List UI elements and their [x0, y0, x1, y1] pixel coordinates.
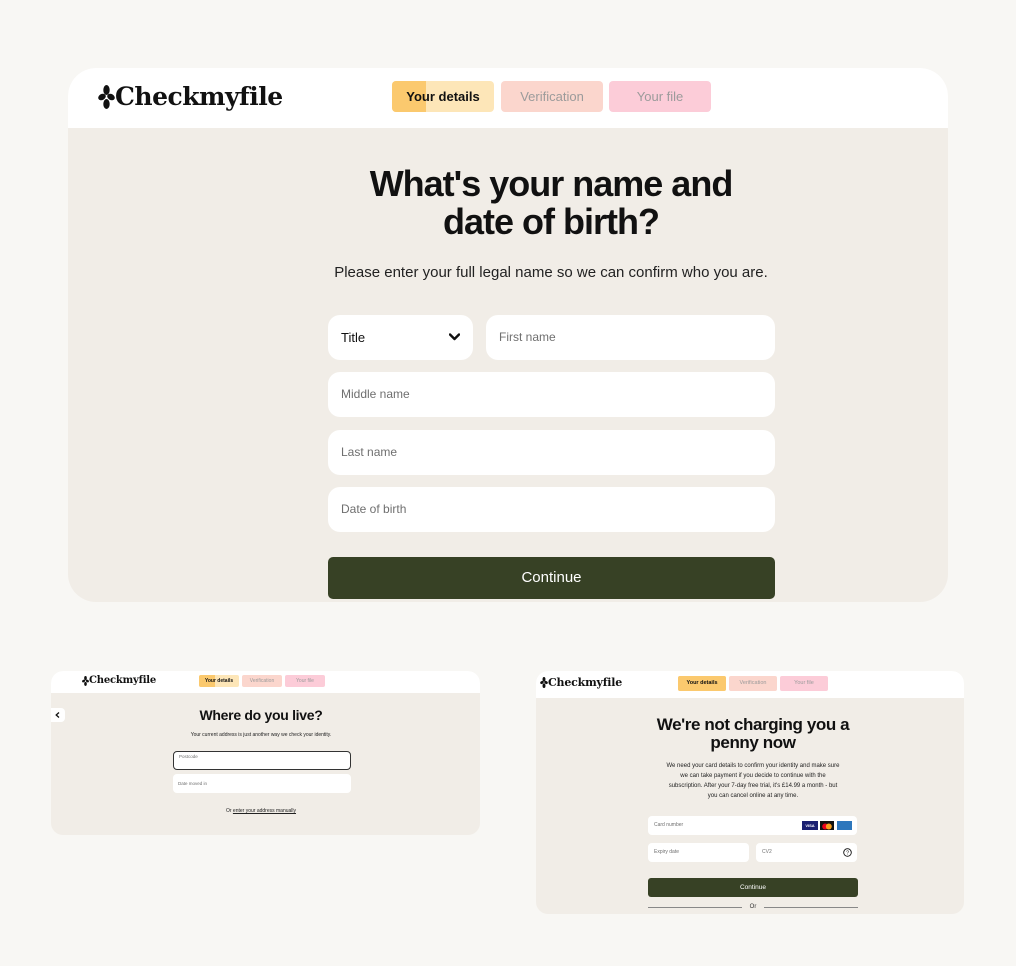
or-divider: Or: [648, 902, 858, 912]
date-of-birth-input[interactable]: Date of birth: [328, 487, 775, 532]
step-verification[interactable]: Verification: [501, 81, 603, 112]
middle-name-input[interactable]: Middle name: [328, 372, 775, 417]
step-your-file[interactable]: Your file: [780, 676, 828, 691]
chevron-down-icon: [449, 333, 460, 341]
chevron-left-icon: [55, 712, 60, 718]
logo-text: Checkmyfile: [115, 82, 283, 111]
page-title: We're not charging you a penny now: [656, 715, 850, 752]
step-verification[interactable]: Verification: [242, 675, 282, 687]
last-name-input[interactable]: Last name: [328, 430, 775, 475]
manual-address-link[interactable]: enter your address manually: [233, 808, 296, 814]
title-select[interactable]: Title: [328, 315, 473, 360]
amex-icon: [837, 821, 852, 830]
postcode-input[interactable]: Postcode: [173, 751, 351, 770]
continue-button[interactable]: Continue: [328, 557, 775, 599]
step-verification[interactable]: Verification: [729, 676, 777, 691]
help-icon: ?: [843, 848, 852, 857]
manual-address-text: Or enter your address manually: [225, 808, 297, 814]
date-moved-in-input[interactable]: Date moved in: [173, 774, 351, 793]
divider-line-left: [648, 907, 742, 908]
mastercard-icon: [820, 821, 834, 830]
card-number-input[interactable]: Card number VISA: [648, 816, 857, 835]
continue-button[interactable]: Continue: [648, 878, 858, 897]
visa-icon: VISA: [802, 821, 818, 830]
page-title: What's your name and date of birth?: [369, 163, 734, 242]
address-screen: Checkmyfile Your details Verification Yo…: [51, 671, 480, 835]
header: Checkmyfile Your details Verification Yo…: [536, 671, 964, 698]
expiry-date-input[interactable]: Expiry date: [648, 843, 749, 862]
step-your-details[interactable]: Your details: [199, 675, 239, 687]
page-subtitle: Please enter your full legal name so we …: [334, 264, 768, 281]
logo[interactable]: Checkmyfile: [82, 675, 156, 686]
page-body-text: We need your card details to confirm you…: [666, 763, 840, 799]
step-your-file[interactable]: Your file: [285, 675, 325, 687]
logo-text: Checkmyfile: [89, 675, 157, 686]
step-your-details[interactable]: Your details: [392, 81, 494, 112]
step-your-details[interactable]: Your details: [678, 676, 726, 691]
logo-text: Checkmyfile: [548, 676, 622, 689]
first-name-input[interactable]: First name: [486, 315, 775, 360]
logo[interactable]: Checkmyfile: [540, 676, 622, 689]
header: Checkmyfile Your details Verification Yo…: [51, 671, 480, 693]
step-your-file[interactable]: Your file: [609, 81, 711, 112]
back-button[interactable]: [51, 708, 65, 722]
page-title: Where do you live?: [199, 707, 323, 723]
logo-mark-icon: [540, 677, 548, 688]
page-subtitle: Your current address is just another way…: [190, 732, 332, 738]
card-details-screen: Checkmyfile Your details Verification Yo…: [536, 671, 964, 914]
logo-mark-icon: [98, 84, 115, 109]
svg-text:?: ?: [846, 851, 849, 857]
header: Checkmyfile Your details Verification Yo…: [68, 68, 948, 128]
logo-mark-icon: [82, 675, 89, 686]
logo[interactable]: Checkmyfile: [98, 82, 283, 111]
cv2-input[interactable]: CV2 ?: [756, 843, 857, 862]
or-text: Or: [749, 904, 757, 910]
divider-line-right: [764, 907, 858, 908]
name-dob-screen: Checkmyfile Your details Verification Yo…: [68, 68, 948, 602]
